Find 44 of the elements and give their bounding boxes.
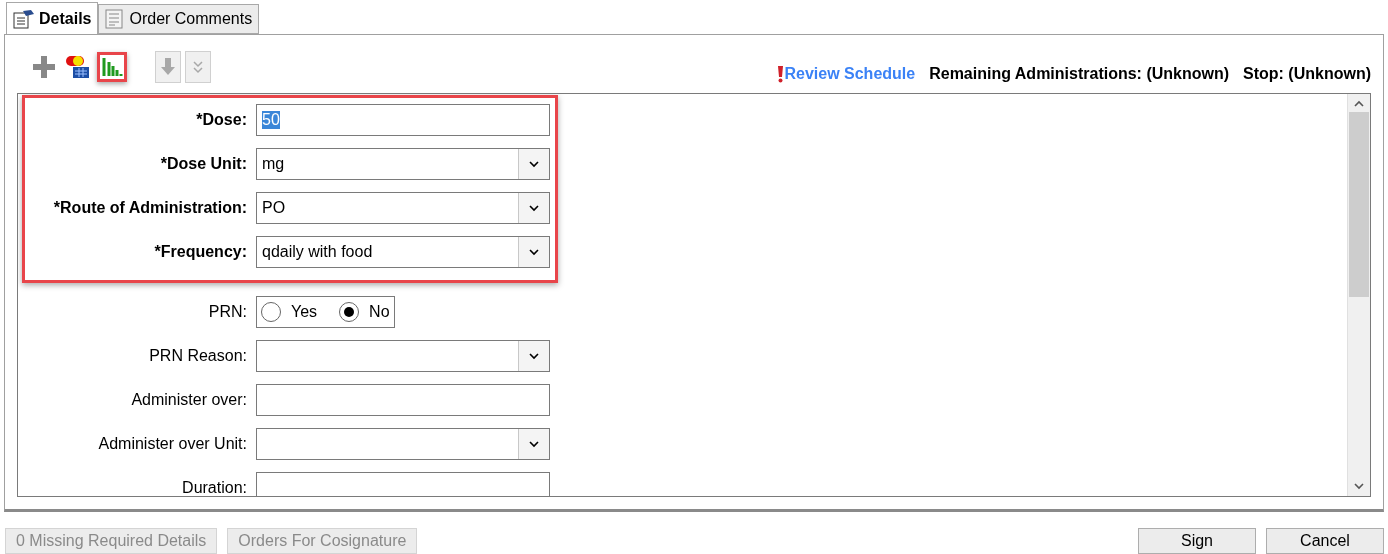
down-arrow-icon [161, 58, 175, 76]
toolbar-button[interactable] [97, 52, 127, 82]
radio-option[interactable]: Yes [261, 302, 318, 322]
footer-button[interactable]: Sign [1138, 528, 1256, 554]
chevron-down-icon [528, 204, 540, 212]
input-field[interactable] [256, 384, 550, 416]
scroll-down-icon [1353, 482, 1365, 490]
input-field[interactable] [256, 472, 550, 496]
tab[interactable]: Details [6, 2, 99, 35]
chevron-down-icon [528, 440, 540, 448]
scroll-up-icon [1353, 100, 1365, 108]
field-label: Duration: [181, 479, 247, 496]
field-label: *Dose Unit: [159, 155, 247, 173]
pills-calendar-icon [66, 54, 90, 80]
stop-text: Stop: (Unknown) [1243, 65, 1371, 83]
plus-icon [33, 56, 55, 78]
chevron-down-icon [528, 160, 540, 168]
field-label: Administer over: [130, 391, 247, 409]
scrollbar-thumb[interactable] [1349, 112, 1369, 297]
radio-option[interactable]: No [339, 302, 390, 322]
dropdown-field[interactable]: PO [256, 192, 550, 224]
form-icon [13, 9, 35, 29]
review-schedule-link[interactable]: Review Schedule [784, 65, 916, 83]
field-label: *Route of Administration: [52, 199, 247, 217]
field-label: *Frequency: [153, 243, 247, 261]
double-chevron-icon [192, 60, 204, 74]
tab[interactable]: Order Comments [98, 4, 260, 34]
chevron-down-icon [528, 352, 540, 360]
exclamation-icon [777, 65, 785, 83]
bar-chart-icon [101, 56, 123, 78]
input-field[interactable]: 50 [256, 104, 550, 136]
dropdown-field[interactable] [256, 340, 550, 372]
dropdown-field[interactable] [256, 428, 550, 460]
chevron-down-icon [528, 248, 540, 256]
field-label: Administer over Unit: [97, 435, 247, 453]
dropdown-field[interactable]: qdaily with food [256, 236, 550, 268]
scrollbar[interactable] [1347, 94, 1370, 496]
footer-button[interactable]: Cancel [1266, 528, 1384, 554]
field-label: PRN Reason: [148, 347, 247, 365]
document-icon [105, 9, 126, 29]
remaining-administrations-text: Remaining Administrations: (Unknown) [929, 65, 1230, 83]
dropdown-field[interactable]: mg [256, 148, 550, 180]
field-label: PRN: [207, 303, 247, 321]
field-label: *Dose: [195, 111, 247, 129]
